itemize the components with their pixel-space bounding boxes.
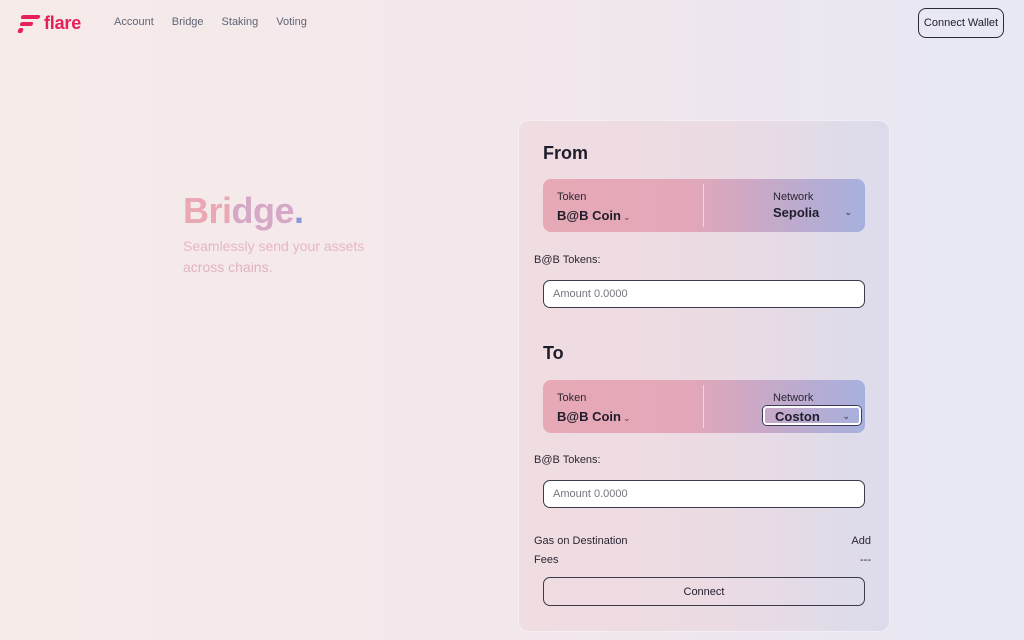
chevron-down-icon: ⌄ — [842, 411, 850, 421]
title-part-2: dge — [231, 190, 295, 231]
to-token-network-panel: Token B@B Coin ⌄ Network Coston ⌄ — [543, 380, 865, 433]
from-token-select[interactable]: B@B Coin ⌄ — [557, 208, 631, 223]
to-token-value: B@B Coin — [557, 409, 621, 424]
chevron-down-icon: ⌄ — [622, 212, 631, 222]
from-network-label: Network — [773, 191, 814, 203]
gas-add-link[interactable]: Add — [851, 535, 871, 547]
panel-divider — [703, 184, 704, 227]
to-amount-input[interactable] — [543, 480, 865, 508]
nav-bridge-link[interactable]: Bridge — [172, 16, 204, 28]
nav-account-link[interactable]: Account — [114, 16, 154, 28]
from-network-value: Sepolia — [773, 205, 820, 220]
connect-wallet-button[interactable]: Connect Wallet — [918, 8, 1004, 38]
page-title: Bridge. — [183, 190, 304, 232]
to-section-title: To — [543, 343, 564, 363]
from-amount-label: B@B Tokens: — [534, 254, 601, 266]
flare-logo-icon — [17, 14, 41, 33]
connect-button[interactable]: Connect — [543, 577, 865, 606]
panel-divider — [703, 385, 704, 428]
to-network-label: Network — [773, 392, 814, 404]
from-token-network-panel: Token B@B Coin ⌄ Network Sepolia ⌄ — [543, 179, 865, 232]
from-network-select[interactable]: Sepolia ⌄ — [763, 204, 861, 223]
brand-name: flare — [44, 13, 82, 33]
flare-logo[interactable]: flare — [17, 13, 82, 34]
title-part-1: Bri — [183, 190, 232, 231]
to-network-select[interactable]: Coston ⌄ — [763, 406, 861, 425]
to-token-select[interactable]: B@B Coin ⌄ — [557, 409, 631, 424]
from-section-title: From — [543, 143, 588, 163]
main-nav: Account Bridge Staking Voting — [114, 16, 307, 28]
from-token-value: B@B Coin — [557, 208, 621, 223]
nav-voting-link[interactable]: Voting — [276, 16, 307, 28]
chevron-down-icon: ⌄ — [622, 413, 631, 423]
to-amount-label: B@B Tokens: — [534, 454, 601, 466]
fees-value: --- — [860, 554, 871, 566]
to-token-label: Token — [557, 392, 587, 404]
nav-staking-link[interactable]: Staking — [222, 16, 259, 28]
subtitle-line-2: across chains. — [183, 259, 273, 275]
from-amount-input[interactable] — [543, 280, 865, 308]
subtitle-line-1: Seamlessly send your assets — [183, 238, 365, 254]
bridge-card: From Token B@B Coin ⌄ Network Sepolia ⌄ B… — [519, 121, 889, 631]
from-token-label: Token — [557, 191, 587, 203]
to-network-value: Coston — [775, 409, 820, 424]
page-subtitle: Seamlessly send your assets across chain… — [183, 236, 403, 278]
fees-label: Fees — [534, 554, 559, 566]
chevron-down-icon: ⌄ — [844, 207, 852, 217]
gas-destination-label: Gas on Destination — [534, 535, 628, 547]
title-dot: . — [294, 190, 304, 231]
